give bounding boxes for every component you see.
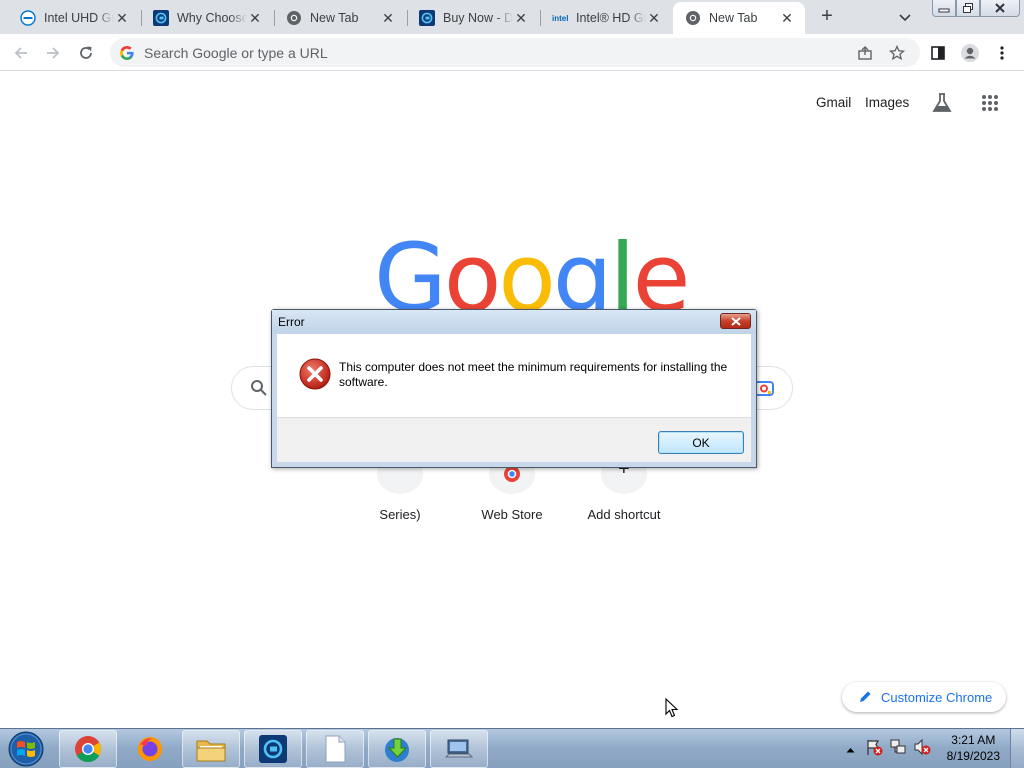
omnibox-input[interactable]	[144, 44, 744, 61]
chrome-icon	[75, 736, 102, 763]
close-icon[interactable]: ✕	[779, 10, 795, 26]
tab-new-tab-active[interactable]: New Tab ✕	[673, 2, 805, 34]
google-lens-icon[interactable]	[754, 379, 774, 397]
new-tab-plus-icon[interactable]: +	[816, 6, 838, 28]
close-icon[interactable]: ✕	[646, 10, 662, 26]
intel-icon: intel	[552, 10, 568, 26]
dialog-title: Error	[278, 315, 305, 329]
dell-icon	[20, 10, 36, 26]
window-controls	[932, 0, 1020, 17]
shortcut-label[interactable]: Add shortcut	[568, 507, 680, 522]
close-icon[interactable]: ✕	[114, 10, 130, 26]
firefox-icon	[138, 737, 162, 761]
labs-flask-icon[interactable]	[931, 92, 953, 119]
reload-icon[interactable]	[74, 41, 98, 65]
pencil-icon	[860, 691, 871, 702]
driver-easy-icon	[153, 10, 169, 26]
search-icon	[251, 380, 267, 396]
start-button[interactable]	[6, 731, 46, 767]
blank-document-icon	[325, 735, 346, 763]
driver-easy-icon	[259, 735, 287, 763]
action-center-flag-icon[interactable]	[865, 738, 883, 761]
taskbar-firefox[interactable]	[121, 730, 179, 768]
taskbar-clock[interactable]: 3:21 AM 8/19/2023	[947, 732, 1000, 764]
close-icon	[730, 316, 741, 326]
restore-button[interactable]	[956, 0, 980, 17]
share-icon[interactable]	[856, 44, 874, 62]
taskbar-file-explorer[interactable]	[182, 730, 240, 768]
profile-avatar-icon[interactable]	[958, 41, 982, 65]
speaker-muted-icon[interactable]	[913, 738, 931, 761]
window-close-button[interactable]	[980, 0, 1020, 17]
minimize-button[interactable]	[932, 0, 956, 17]
error-icon	[299, 358, 331, 390]
taskbar-blank-document[interactable]	[306, 730, 364, 768]
tab-title: Intel UHD Graphics	[44, 11, 114, 25]
customize-label: Customize Chrome	[881, 689, 993, 705]
dialog-footer: OK	[277, 417, 751, 462]
shortcut-label[interactable]: Series)	[344, 507, 456, 522]
system-tray	[840, 729, 931, 768]
chrome-icon	[685, 10, 701, 26]
side-panel-icon[interactable]	[926, 41, 950, 65]
star-icon[interactable]	[888, 44, 906, 62]
google-g-icon	[120, 45, 134, 60]
windows-logo-icon	[8, 731, 44, 767]
kebab-menu-icon[interactable]	[990, 41, 1014, 65]
tab-strip: Intel UHD Graphics ✕ Why Choose ✕ New Ta…	[0, 0, 1024, 34]
computer-icon	[444, 739, 474, 758]
clock-date: 8/19/2023	[946, 749, 1000, 763]
dialog-close-button[interactable]	[720, 313, 751, 329]
gmail-link[interactable]: Gmail	[816, 95, 851, 110]
svg-text:intel: intel	[552, 14, 568, 23]
chevron-down-icon[interactable]	[896, 8, 914, 26]
mouse-cursor-icon	[665, 698, 679, 718]
tab-intel-uhd[interactable]: Intel UHD Graphics ✕	[8, 4, 140, 32]
dialog-message: This computer does not meet the minimum …	[339, 360, 728, 389]
tab-new-tab[interactable]: New Tab ✕	[274, 4, 406, 32]
taskbar-installer[interactable]	[368, 730, 426, 768]
close-icon[interactable]: ✕	[380, 10, 396, 26]
error-dialog: Error This computer does not meet the mi…	[271, 309, 757, 468]
tab-buy-now[interactable]: Buy Now - Driver Easy ✕	[407, 4, 539, 32]
tab-title: New Tab	[709, 11, 758, 25]
file-explorer-icon	[196, 740, 226, 762]
address-bar[interactable]	[110, 38, 920, 67]
tab-title: Intel® HD Graphics	[576, 11, 646, 25]
tray-expand-arrow-icon[interactable]	[846, 740, 855, 758]
dialog-titlebar[interactable]: Error	[272, 310, 756, 334]
customize-chrome-button[interactable]: Customize Chrome	[842, 682, 1006, 712]
apps-grid-icon[interactable]	[981, 94, 999, 117]
windows-taskbar: 3:21 AM 8/19/2023	[0, 728, 1024, 768]
installer-icon	[385, 738, 409, 762]
driver-easy-icon	[419, 10, 435, 26]
tab-title: New Tab	[310, 11, 359, 25]
show-desktop-button[interactable]	[1010, 729, 1024, 768]
images-link[interactable]: Images	[865, 95, 909, 110]
tab-why-choose[interactable]: Why Choose ✕	[141, 4, 273, 32]
clock-time: 3:21 AM	[951, 733, 996, 747]
taskbar-chrome[interactable]	[59, 730, 117, 768]
forward-arrow-icon[interactable]	[41, 41, 65, 65]
back-arrow-icon[interactable]	[9, 41, 33, 65]
tab-title: Why Choose	[177, 11, 247, 25]
tab-title: Buy Now - Driver Easy	[443, 11, 513, 25]
taskbar-driver-easy[interactable]	[244, 730, 302, 768]
ok-button[interactable]: OK	[658, 431, 744, 454]
close-icon[interactable]: ✕	[247, 10, 263, 26]
network-icon[interactable]	[889, 738, 907, 761]
browser-toolbar	[0, 34, 1024, 71]
close-icon[interactable]: ✕	[513, 10, 529, 26]
chrome-icon	[286, 10, 302, 26]
dialog-body: This computer does not meet the minimum …	[277, 334, 751, 417]
shortcut-label[interactable]: Web Store	[456, 507, 568, 522]
taskbar-computer[interactable]	[430, 730, 488, 768]
tab-intel-hd[interactable]: intel Intel® HD Graphics ✕	[540, 4, 672, 32]
